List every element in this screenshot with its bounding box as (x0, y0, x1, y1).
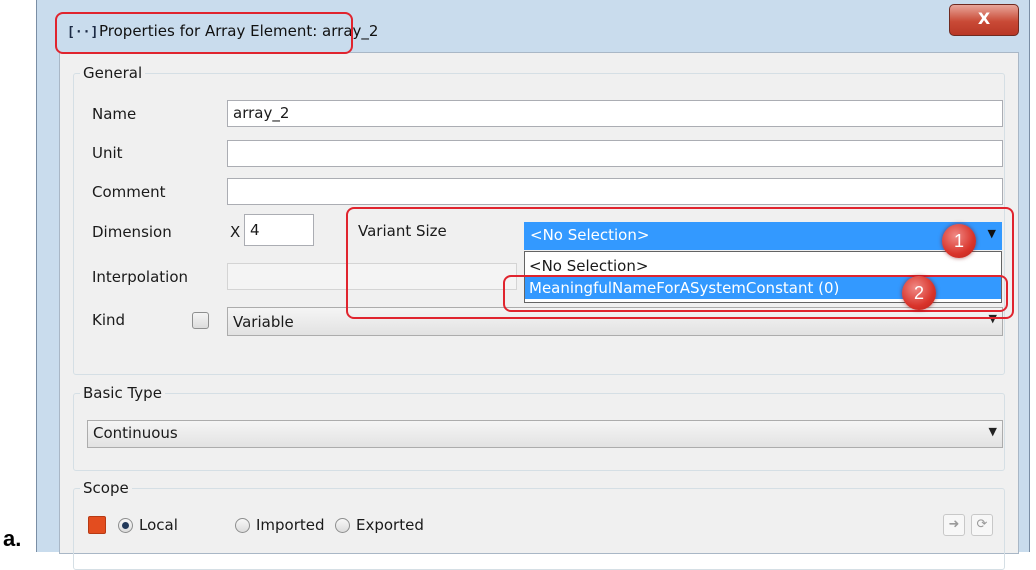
unit-input[interactable] (227, 140, 1003, 167)
dimension-label: Dimension (92, 223, 172, 241)
scope-imported-label: Imported (256, 516, 325, 534)
name-value: array_2 (233, 104, 290, 122)
scope-local-label: Local (139, 516, 178, 534)
basic-type-group-title: Basic Type (80, 384, 165, 402)
kind-checkbox[interactable] (192, 312, 209, 329)
kind-value: Variable (233, 313, 294, 331)
general-group-title: General (80, 64, 146, 82)
scope-local-radio[interactable] (118, 518, 133, 533)
close-button[interactable]: X (949, 4, 1019, 36)
scope-group: Scope (73, 479, 1005, 570)
scope-color-swatch[interactable] (88, 516, 106, 534)
basic-type-value: Continuous (93, 424, 178, 442)
step-2-badge: 2 (902, 276, 936, 310)
name-label: Name (92, 105, 137, 123)
comment-input[interactable] (227, 178, 1003, 205)
dimension-x-value: 4 (250, 221, 260, 239)
scope-exported-radio[interactable] (335, 518, 350, 533)
interpolation-label: Interpolation (92, 268, 188, 286)
title-highlight (55, 12, 353, 54)
scope-exported-label: Exported (356, 516, 424, 534)
kind-label: Kind (92, 311, 126, 329)
unit-label: Unit (92, 144, 123, 162)
scope-imported-radio[interactable] (235, 518, 250, 533)
refresh-icon[interactable]: ⟳ (971, 514, 993, 536)
dimension-x-input[interactable]: 4 (244, 214, 314, 246)
navigate-icon[interactable]: ➜ (943, 514, 965, 536)
chevron-down-icon: ▼ (988, 425, 997, 438)
basic-type-combo[interactable]: Continuous ▼ (87, 420, 1003, 448)
dimension-x-label: X (230, 223, 241, 241)
scope-group-title: Scope (80, 479, 132, 497)
figure-label: a. (3, 526, 22, 551)
step-1-badge: 1 (942, 224, 976, 258)
name-input[interactable]: array_2 (227, 100, 1003, 127)
comment-label: Comment (92, 183, 166, 201)
